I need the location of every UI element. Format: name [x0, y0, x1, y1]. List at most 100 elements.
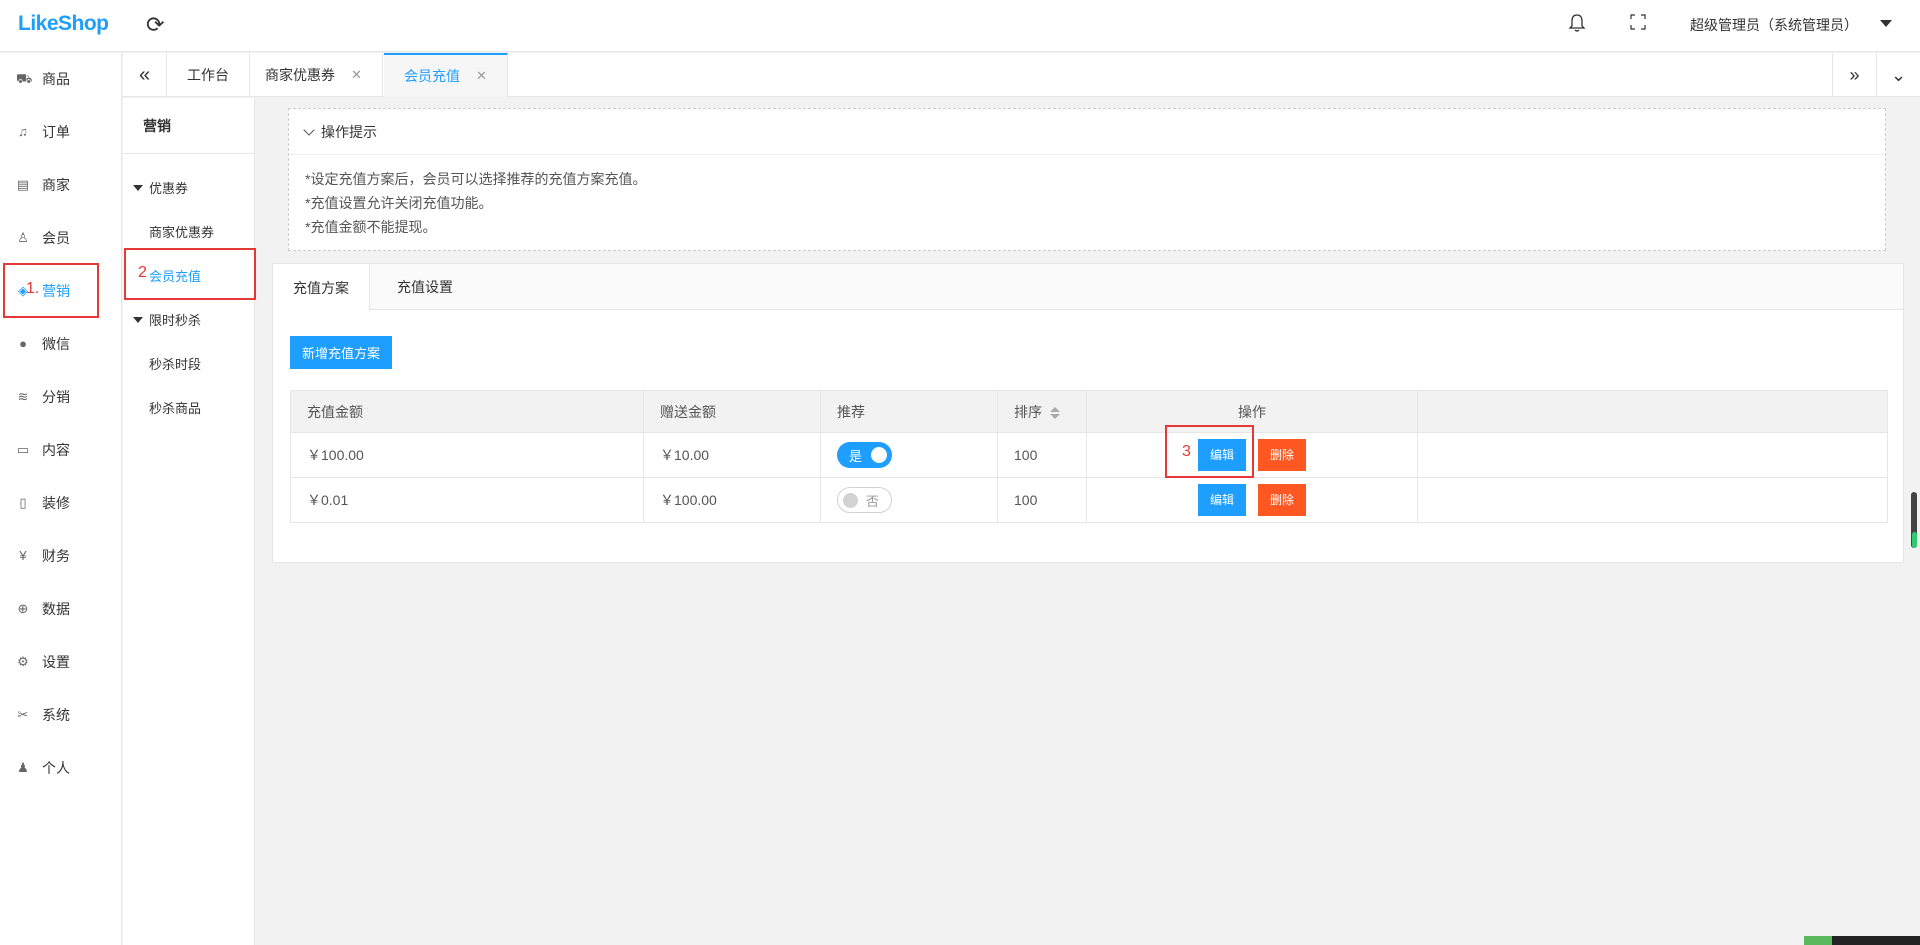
top-header: LikeShop ⟳ 超级管理员（系统管理员）	[0, 0, 1920, 52]
bell-icon: ♫	[18, 124, 28, 139]
column-header-amount: 充值金额	[290, 390, 644, 433]
tab-recharge-settings[interactable]: 充值设置	[377, 264, 473, 310]
book-icon: ▭	[16, 442, 30, 457]
recharge-card: 充值方案 充值设置 新增充值方案 充值金额 赠送金额 推荐 排序 操作 ￥100…	[272, 263, 1904, 563]
tab-recharge-plans[interactable]: 充值方案	[273, 264, 370, 311]
table-header-row: 充值金额 赠送金额 推荐 排序 操作	[290, 390, 1888, 433]
annotation-label-1: 1.	[26, 280, 40, 297]
subnav-item-flash-goods[interactable]: 秒杀商品	[149, 398, 201, 417]
column-header-recommend: 推荐	[820, 390, 998, 433]
sidebar-item-goods[interactable]: ⛟ 商品	[0, 59, 122, 99]
yen-icon: ¥	[19, 548, 27, 563]
cell-sort: 100	[997, 477, 1087, 523]
tabs-scroll-right-icon[interactable]: »	[1832, 53, 1876, 97]
subnav-item-merchant-coupon[interactable]: 商家优惠券	[149, 222, 214, 241]
cell-actions: 编辑 删除	[1086, 477, 1418, 523]
annotation-box-3	[1165, 425, 1254, 478]
sidebar-item-system[interactable]: ✂ 系统	[0, 695, 122, 735]
subnav-group-flash-sale[interactable]: 限时秒杀	[133, 310, 201, 329]
sidebar-item-orders[interactable]: ♫ 订单	[0, 112, 122, 152]
cell-sort: 100	[997, 432, 1087, 478]
wechat-icon: ●	[19, 336, 27, 351]
table-row: ￥100.00 ￥10.00 是 100 编辑 删除	[290, 432, 1888, 478]
sidebar-item-members[interactable]: ♙ 会员	[0, 218, 122, 258]
subnav-title: 营销	[143, 118, 171, 134]
cell-gift: ￥10.00	[643, 432, 821, 478]
scrollbar-thumb[interactable]	[1912, 532, 1917, 548]
annotation-label-3: 3	[1182, 443, 1191, 460]
fullscreen-icon[interactable]	[1630, 14, 1646, 30]
tip-line: *设定充值方案后，会员可以选择推荐的充值方案充值。	[305, 171, 647, 187]
recommend-toggle[interactable]: 是	[837, 442, 892, 468]
divider	[123, 153, 255, 154]
sidebar-item-personal[interactable]: ♟ 个人	[0, 748, 122, 788]
card-tabs: 充值方案 充值设置	[273, 264, 1903, 311]
tools-icon: ✂	[17, 707, 29, 722]
cell-recommend: 否	[820, 477, 998, 523]
refresh-icon[interactable]: ⟳	[146, 12, 164, 38]
column-header-gift: 赠送金额	[643, 390, 821, 433]
sidebar-item-finance[interactable]: ¥ 财务	[0, 536, 122, 576]
main-content: 操作提示 *设定充值方案后，会员可以选择推荐的充值方案充值。 *充值设置允许关闭…	[272, 98, 1904, 945]
gear-icon: ⚙	[17, 654, 29, 669]
annotation-box-1	[3, 263, 99, 318]
bell-icon[interactable]	[1568, 13, 1586, 33]
tab-workbench[interactable]: 工作台	[167, 53, 250, 97]
logo: LikeShop	[18, 12, 109, 35]
close-icon[interactable]: ✕	[476, 68, 487, 84]
cell-amount: ￥0.01	[290, 477, 644, 523]
cell-recommend: 是	[820, 432, 998, 478]
main-sidebar: ⛟ 商品 ♫ 订单 ▤ 商家 ♙ 会员 ◈ 营销 ● 微信 ≋ 分销 ▭ 内容 ▯ 装修 ¥ 财务 …	[0, 53, 122, 945]
edit-button[interactable]: 编辑	[1197, 484, 1246, 516]
tab-member-recharge[interactable]: 会员充值 ✕	[384, 53, 508, 97]
toggle-knob	[871, 447, 887, 463]
chevron-down-icon	[303, 123, 315, 136]
delete-button[interactable]: 删除	[1258, 484, 1307, 516]
tip-line: *充值金额不能提现。	[305, 219, 437, 235]
globe-icon: ⊕	[17, 601, 29, 616]
tips-toggle[interactable]: 操作提示	[289, 109, 1885, 155]
cell-empty	[1417, 477, 1888, 523]
column-header-empty	[1417, 390, 1888, 433]
sidebar-item-settings[interactable]: ⚙ 设置	[0, 642, 122, 682]
cell-empty	[1417, 432, 1888, 478]
corner-widget-accent	[1804, 936, 1832, 945]
sidebar-item-content[interactable]: ▭ 内容	[0, 430, 122, 470]
operation-tips: 操作提示 *设定充值方案后，会员可以选择推荐的充值方案充值。 *充值设置允许关闭…	[288, 108, 1886, 251]
sidebar-item-merchants[interactable]: ▤ 商家	[0, 165, 122, 205]
user-menu[interactable]: 超级管理员（系统管理员）	[1690, 15, 1858, 35]
table-row: ￥0.01 ￥100.00 否 100 编辑 删除	[290, 477, 1888, 523]
sidebar-item-distribution[interactable]: ≋ 分销	[0, 377, 122, 417]
subnav-group-coupon[interactable]: 优惠券	[133, 178, 188, 197]
caret-down-icon	[133, 184, 143, 191]
tip-line: *充值设置允许关闭充值功能。	[305, 195, 493, 211]
column-header-sort[interactable]: 排序	[997, 390, 1087, 433]
cell-gift: ￥100.00	[643, 477, 821, 523]
sidebar-item-data[interactable]: ⊕ 数据	[0, 589, 122, 629]
cell-amount: ￥100.00	[290, 432, 644, 478]
store-icon: ▤	[16, 177, 30, 192]
cart-icon: ⛟	[16, 71, 33, 86]
annotation-label-2: 2	[138, 264, 147, 281]
toggle-knob	[843, 493, 858, 508]
page-tabs-bar: « 工作台 商家优惠券 ✕ 会员充值 ✕ » ⌄	[123, 53, 1920, 97]
close-icon[interactable]: ✕	[351, 67, 362, 83]
user-icon: ♙	[17, 230, 29, 245]
subnav-item-flash-period[interactable]: 秒杀时段	[149, 354, 201, 373]
delete-button[interactable]: 删除	[1258, 439, 1307, 471]
recommend-toggle[interactable]: 否	[837, 487, 892, 513]
tab-merchant-coupon[interactable]: 商家优惠券 ✕	[245, 53, 383, 97]
recharge-table: 充值金额 赠送金额 推荐 排序 操作 ￥100.00 ￥10.00 是 100 …	[290, 390, 1888, 523]
tabs-scroll-left-icon[interactable]: «	[123, 53, 167, 97]
person-icon: ♟	[17, 760, 29, 775]
tabs-menu-chevron-down-icon[interactable]: ⌄	[1876, 53, 1920, 97]
caret-down-icon[interactable]	[1880, 20, 1892, 27]
add-recharge-plan-button[interactable]: 新增充值方案	[290, 336, 393, 369]
sidebar-item-decoration[interactable]: ▯ 装修	[0, 483, 122, 523]
layers-icon: ≋	[17, 389, 29, 404]
sort-icon[interactable]	[1050, 406, 1060, 419]
mobile-icon: ▯	[19, 495, 27, 510]
caret-down-icon	[133, 316, 143, 323]
sub-sidebar: 营销 优惠券 商家优惠券 会员充值 限时秒杀 秒杀时段 秒杀商品	[123, 98, 255, 945]
sidebar-item-wechat[interactable]: ● 微信	[0, 324, 122, 364]
